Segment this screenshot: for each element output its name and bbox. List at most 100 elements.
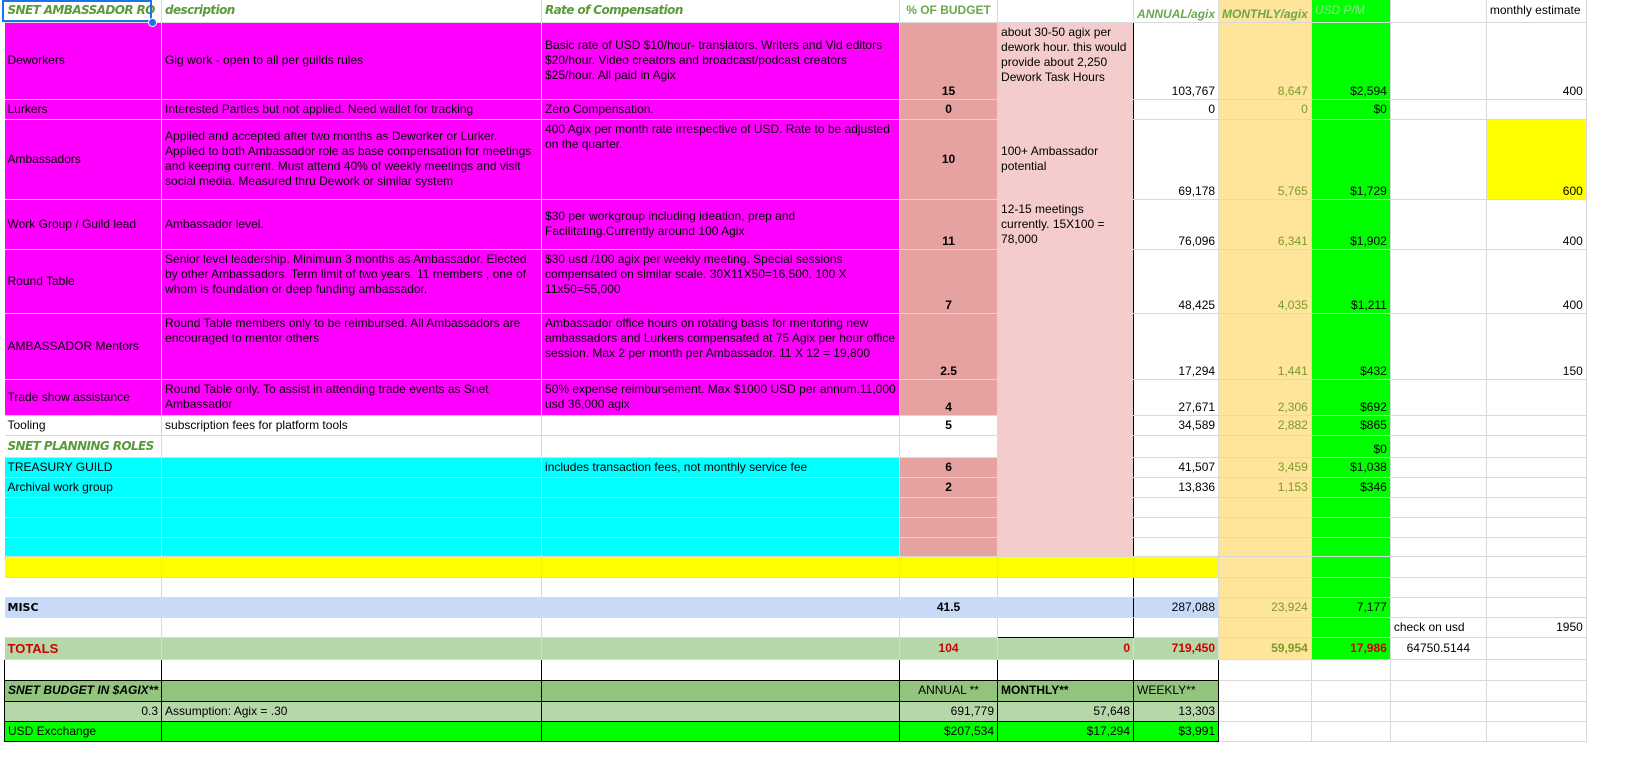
empty-cell[interactable] [1311,497,1391,518]
annual-cell[interactable]: 48,425 [1133,249,1220,314]
empty-cell[interactable] [1133,658,1220,681]
rate-cell[interactable]: 50% expense reimbursement. Max $1000 USD… [541,379,901,416]
monthly-cell[interactable]: 5,765 [1218,119,1312,200]
empty-cell[interactable] [899,497,999,518]
annual-cell[interactable]: 13,836 [1133,477,1220,498]
empty-cell[interactable] [1390,577,1487,598]
empty-cell[interactable] [1311,617,1391,638]
rate-cell[interactable]: $30 usd /100 agix per weekly meeting. Sp… [541,249,901,314]
description-cell[interactable] [161,457,543,478]
empty-cell[interactable] [1311,556,1391,578]
note-cell[interactable]: 12-15 meetings currently. 15X100 = 78,00… [997,199,1135,250]
empty-cell[interactable] [1133,556,1220,578]
note-cell[interactable] [997,99,1135,120]
estimate-cell[interactable] [1486,99,1587,120]
description-cell[interactable] [161,477,543,498]
usd-cell[interactable]: $346 [1311,477,1391,498]
annual-cell[interactable]: 27,671 [1133,379,1220,416]
usd-annual[interactable]: $207,534 [899,720,999,742]
empty-cell[interactable] [541,497,901,518]
description-cell[interactable]: Round Table only. To assist in attending… [161,379,543,416]
budget-annual[interactable]: 691,779 [899,700,999,722]
empty-cell[interactable] [541,556,901,578]
usd-cell[interactable]: $1,211 [1311,249,1391,314]
empty-cell[interactable] [997,658,1135,681]
monthly-cell[interactable]: 8,647 [1218,22,1312,100]
col-header-pct-budget[interactable]: % OF BUDGET [899,0,999,23]
pct-cell[interactable]: 15 [899,22,999,100]
empty-cell[interactable] [541,679,901,702]
empty-cell[interactable] [1486,597,1587,618]
budget-annual-label[interactable]: ANNUAL ** [899,679,999,702]
empty-cell[interactable] [1390,435,1487,458]
col-header-rate[interactable]: Rate of Compensation [541,0,901,23]
note-cell[interactable] [997,457,1135,478]
empty-cell[interactable] [1390,537,1487,557]
monthly-cell[interactable]: 6,341 [1218,199,1312,250]
empty-cell[interactable] [1390,0,1487,23]
note-cell[interactable]: about 30-50 agix per dework hour. this w… [1001,23,1130,99]
col-header-note[interactable] [997,0,1135,23]
usd-cell[interactable]: $1,729 [1311,119,1391,200]
empty-cell[interactable] [899,537,999,557]
empty-cell[interactable] [161,617,543,638]
empty-cell[interactable] [1133,435,1220,458]
empty-cell[interactable] [1133,537,1220,557]
description-cell[interactable]: Round Table members only to be reimburse… [161,313,543,380]
empty-cell[interactable] [1390,313,1487,380]
empty-cell[interactable] [1486,637,1587,660]
totals-pct[interactable]: 104 [899,637,999,660]
empty-cell[interactable] [1390,119,1487,200]
col-header-usd-pm[interactable]: USD P/M [1311,0,1391,23]
empty-cell[interactable] [1486,497,1587,518]
role-cell[interactable]: Trade show assistance [4,379,163,416]
empty-cell[interactable] [161,435,543,458]
note-cell[interactable] [997,249,1135,314]
col-header-annual[interactable]: ANNUAL/agix [1133,0,1220,23]
pct-cell[interactable]: 4 [899,379,999,416]
empty-cell[interactable] [899,617,999,638]
note-cell[interactable] [997,313,1135,380]
empty-cell[interactable] [161,720,543,742]
pct-cell[interactable]: 6 [899,457,999,478]
empty-cell[interactable] [1486,721,1587,742]
empty-cell[interactable] [1218,701,1312,722]
empty-cell[interactable] [997,556,1135,578]
empty-cell[interactable] [1390,249,1487,314]
budget-monthly[interactable]: 57,648 [997,700,1135,722]
empty-cell[interactable] [541,637,901,660]
empty-cell[interactable] [1486,701,1587,722]
empty-cell[interactable] [997,577,1135,598]
annual-cell[interactable]: 69,178 [1133,119,1220,200]
assumption-cell[interactable]: Assumption: Agix = .30 [161,700,543,722]
empty-cell[interactable] [997,517,1135,538]
empty-cell[interactable] [1218,617,1312,638]
budget-weekly[interactable]: 13,303 [1133,700,1220,722]
empty-cell[interactable] [1486,415,1587,436]
empty-cell[interactable] [1218,556,1312,578]
estimate-cell[interactable]: 400 [1486,249,1587,314]
check-calc[interactable]: 64750.5144 [1390,637,1487,660]
misc-pct[interactable]: 41.5 [899,597,999,618]
empty-cell[interactable] [997,435,1135,458]
empty-cell[interactable] [1218,659,1312,681]
empty-cell[interactable] [541,597,901,618]
empty-cell[interactable] [1311,701,1391,722]
empty-cell[interactable] [1486,517,1587,538]
usd-cell[interactable]: $865 [1311,415,1391,436]
empty-cell[interactable] [1390,517,1487,538]
empty-cell[interactable] [4,537,163,557]
annual-cell[interactable]: 0 [1133,99,1220,120]
empty-cell[interactable] [541,537,901,557]
empty-cell[interactable] [1133,517,1220,538]
empty-cell[interactable] [1311,721,1391,742]
role-cell[interactable]: Round Table [4,249,163,314]
empty-cell[interactable] [161,637,543,660]
estimate-cell[interactable]: 150 [1486,313,1587,380]
estimate-cell[interactable]: 400 [1486,22,1587,100]
empty-cell[interactable] [899,658,999,681]
empty-cell[interactable] [541,658,901,681]
fill-handle[interactable] [148,18,157,27]
totals-note[interactable]: 0 [997,637,1135,660]
estimate-cell[interactable]: 400 [1486,199,1587,250]
